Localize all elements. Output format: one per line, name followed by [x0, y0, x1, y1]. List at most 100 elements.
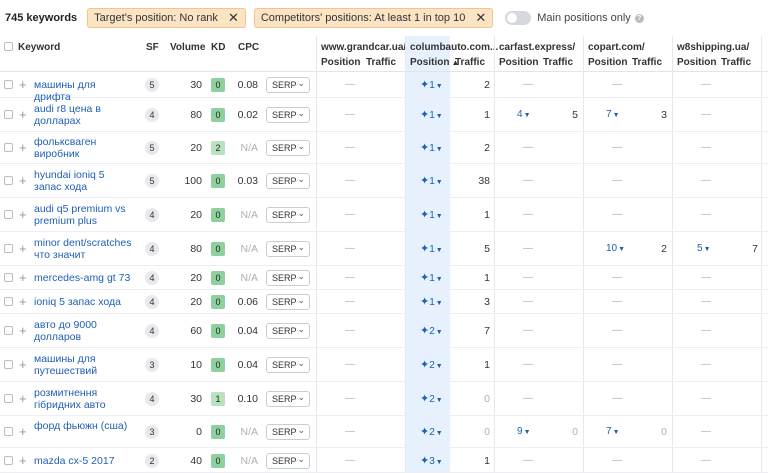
row-checkbox[interactable] — [4, 110, 13, 119]
header-position[interactable]: Position — [677, 57, 716, 68]
header-kd[interactable]: KD — [211, 42, 225, 53]
sf-badge[interactable]: 4 — [145, 208, 159, 222]
sf-badge[interactable]: 4 — [145, 295, 159, 309]
keyword-link[interactable]: форд фьюжн (сша) — [34, 420, 134, 432]
add-to-list-icon[interactable]: + — [19, 174, 27, 187]
serp-dropdown[interactable]: SERP — [266, 293, 310, 310]
sf-badge[interactable]: 4 — [145, 271, 159, 285]
select-all-checkbox[interactable] — [4, 42, 13, 51]
add-to-list-icon[interactable]: + — [19, 324, 27, 337]
position-value[interactable]: 10▼ — [606, 243, 625, 254]
position-value[interactable]: 4▼ — [517, 109, 531, 120]
add-to-list-icon[interactable]: + — [19, 392, 27, 405]
info-icon[interactable]: ? — [634, 13, 644, 23]
header-traffic[interactable]: Traffic — [721, 57, 751, 68]
filter-chip-target[interactable]: Target's position: No rank ✕ — [87, 8, 246, 28]
position-value[interactable]: 7▼ — [606, 426, 620, 437]
position-value[interactable]: ✦3▼ — [420, 454, 443, 467]
keyword-link[interactable]: авто до 9000 долларов — [34, 319, 134, 343]
row-checkbox[interactable] — [4, 326, 13, 335]
header-position[interactable]: Position — [588, 57, 627, 68]
keyword-link[interactable]: mercedes-amg gt 73 — [34, 272, 134, 284]
keyword-link[interactable]: audi r8 цена в долларах — [34, 103, 134, 127]
keyword-link[interactable]: audi q5 premium vs premium plus — [34, 203, 134, 227]
position-value[interactable]: 9▼ — [517, 426, 531, 437]
sf-badge[interactable]: 4 — [145, 324, 159, 338]
serp-dropdown[interactable]: SERP — [266, 106, 310, 123]
header-volume[interactable]: Volume — [170, 42, 205, 53]
sf-badge[interactable]: 4 — [145, 392, 159, 406]
position-value[interactable]: ✦1▼ — [420, 295, 443, 308]
position-value[interactable]: ✦2▼ — [420, 425, 443, 438]
add-to-list-icon[interactable]: + — [19, 295, 27, 308]
position-value[interactable]: ✦1▼ — [420, 271, 443, 284]
header-traffic[interactable]: Traffic — [632, 57, 662, 68]
header-keyword[interactable]: Keyword — [18, 42, 60, 53]
header-traffic[interactable]: Traffic — [366, 57, 396, 68]
header-position[interactable]: Position ▲ — [410, 57, 459, 68]
position-value[interactable]: ✦1▼ — [420, 242, 443, 255]
row-checkbox[interactable] — [4, 210, 13, 219]
sf-badge[interactable]: 5 — [145, 141, 159, 155]
position-value[interactable]: ✦1▼ — [420, 174, 443, 187]
add-to-list-icon[interactable]: + — [19, 358, 27, 371]
sf-badge[interactable]: 4 — [145, 108, 159, 122]
header-position[interactable]: Position — [321, 57, 360, 68]
serp-dropdown[interactable]: SERP — [266, 452, 310, 469]
main-positions-toggle[interactable] — [505, 11, 532, 25]
keyword-link[interactable]: ioniq 5 запас хода — [34, 296, 134, 308]
position-value[interactable]: 7▼ — [606, 109, 620, 120]
serp-dropdown[interactable]: SERP — [266, 390, 310, 407]
add-to-list-icon[interactable]: + — [19, 425, 27, 438]
filter-chip-competitors[interactable]: Competitors' positions: At least 1 in to… — [253, 8, 494, 28]
position-value[interactable]: 5▼ — [697, 243, 711, 254]
serp-dropdown[interactable]: SERP — [266, 423, 310, 440]
row-checkbox[interactable] — [4, 143, 13, 152]
serp-dropdown[interactable]: SERP — [266, 356, 310, 373]
add-to-list-icon[interactable]: + — [19, 141, 27, 154]
row-checkbox[interactable] — [4, 394, 13, 403]
sf-badge[interactable]: 3 — [145, 358, 159, 372]
close-icon[interactable]: ✕ — [228, 10, 239, 26]
sf-badge[interactable]: 3 — [145, 425, 159, 439]
row-checkbox[interactable] — [4, 176, 13, 185]
header-cpc[interactable]: CPC — [238, 42, 259, 53]
serp-dropdown[interactable]: SERP — [266, 206, 310, 223]
position-value[interactable]: ✦2▼ — [420, 358, 443, 371]
position-value[interactable]: ✦1▼ — [420, 208, 443, 221]
add-to-list-icon[interactable]: + — [19, 78, 27, 91]
keyword-link[interactable]: hyundai ioniq 5 запас хода — [34, 169, 134, 193]
serp-dropdown[interactable]: SERP — [266, 240, 310, 257]
sf-badge[interactable]: 5 — [145, 78, 159, 92]
add-to-list-icon[interactable]: + — [19, 108, 27, 121]
header-sf[interactable]: SF — [146, 42, 159, 53]
keyword-link[interactable]: mazda cx-5 2017 — [34, 455, 134, 467]
row-checkbox[interactable] — [4, 360, 13, 369]
serp-dropdown[interactable]: SERP — [266, 172, 310, 189]
position-value[interactable]: ✦1▼ — [420, 108, 443, 121]
keyword-link[interactable]: фольксваген виробник — [34, 136, 134, 160]
row-checkbox[interactable] — [4, 456, 13, 465]
position-value[interactable]: ✦2▼ — [420, 392, 443, 405]
sf-badge[interactable]: 2 — [145, 454, 159, 468]
keyword-link[interactable]: minor dent/scratches что значит — [34, 237, 134, 261]
serp-dropdown[interactable]: SERP — [266, 269, 310, 286]
serp-dropdown[interactable]: SERP — [266, 76, 310, 93]
row-checkbox[interactable] — [4, 80, 13, 89]
header-traffic[interactable]: Traffic — [455, 57, 485, 68]
add-to-list-icon[interactable]: + — [19, 454, 27, 467]
add-to-list-icon[interactable]: + — [19, 242, 27, 255]
sf-badge[interactable]: 5 — [145, 174, 159, 188]
close-icon[interactable]: ✕ — [475, 10, 486, 26]
row-checkbox[interactable] — [4, 427, 13, 436]
position-value[interactable]: ✦1▼ — [420, 78, 443, 91]
row-checkbox[interactable] — [4, 244, 13, 253]
row-checkbox[interactable] — [4, 297, 13, 306]
serp-dropdown[interactable]: SERP — [266, 139, 310, 156]
sf-badge[interactable]: 4 — [145, 242, 159, 256]
header-position[interactable]: Position — [499, 57, 538, 68]
serp-dropdown[interactable]: SERP — [266, 322, 310, 339]
add-to-list-icon[interactable]: + — [19, 208, 27, 221]
add-to-list-icon[interactable]: + — [19, 271, 27, 284]
row-checkbox[interactable] — [4, 273, 13, 282]
